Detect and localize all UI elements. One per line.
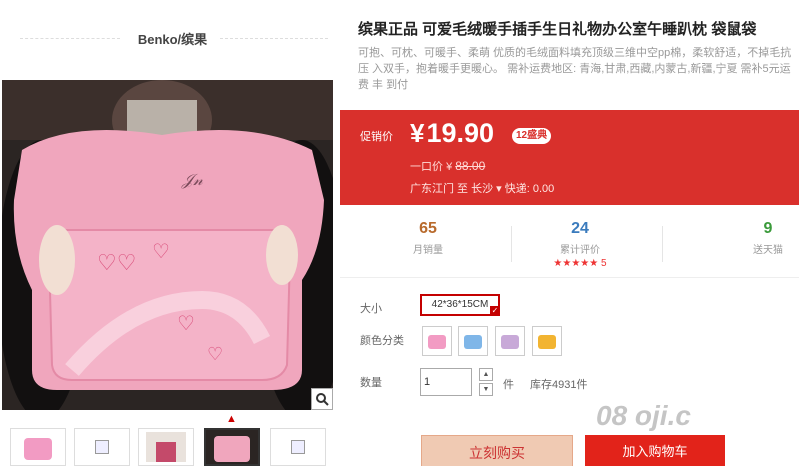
quantity-decrease-button[interactable]: ▼ <box>479 383 493 396</box>
monthly-sales-count: 65 <box>419 220 437 237</box>
price-value: 19.90 <box>426 118 495 148</box>
swatch-image <box>538 335 556 349</box>
size-label: 大小 <box>360 303 382 315</box>
svg-text:𝒥𝓃: 𝒥𝓃 <box>181 170 204 189</box>
thumbnail-image <box>146 432 186 462</box>
thumbnail-image <box>206 430 258 464</box>
swatch-image <box>464 335 482 349</box>
buy-now-button[interactable]: 立刻购买 <box>421 435 573 466</box>
rating-stars: ★★★★★ 5 <box>553 258 607 269</box>
color-label: 颜色分类 <box>360 335 404 347</box>
broken-image-icon <box>95 440 109 454</box>
original-price-label: 一口价 <box>410 161 443 173</box>
divider <box>511 226 512 262</box>
svg-text:♡♡: ♡♡ <box>97 251 136 276</box>
color-swatch-blue[interactable] <box>458 326 488 356</box>
zoom-button[interactable] <box>311 388 333 410</box>
currency-symbol: ¥ <box>410 118 425 148</box>
magnifier-icon <box>316 393 329 406</box>
svg-text:♡: ♡ <box>152 239 170 263</box>
review-label: 累计评价 <box>560 245 600 256</box>
swatch-image <box>428 335 446 349</box>
size-option-selected[interactable]: 42*36*15CM ✓ <box>420 294 500 316</box>
size-option-text: 42*36*15CM <box>431 299 489 310</box>
thumbnail-1[interactable] <box>10 428 66 466</box>
thumbnail-3[interactable] <box>138 428 194 466</box>
thumbnail-scroll-up-icon[interactable]: ▲ <box>226 413 237 425</box>
quantity-increase-button[interactable]: ▲ <box>479 368 493 381</box>
svg-text:♡: ♡ <box>207 344 223 365</box>
divider <box>662 226 663 262</box>
tmall-points-count: 9 <box>763 220 773 237</box>
thumbnail-image <box>24 438 52 460</box>
color-swatch-purple[interactable] <box>495 326 525 356</box>
thumbnail-5[interactable] <box>270 428 326 466</box>
price-panel: 促销价 ¥19.90 12盛典 一口价 ¥ 88.00 广东江门 至 长沙 ▾ … <box>340 110 799 205</box>
original-price: 一口价 ¥ 88.00 <box>410 158 485 174</box>
broken-image-icon <box>291 440 305 454</box>
tmall-points: 9 送天猫 <box>718 220 799 256</box>
color-swatch-pink[interactable] <box>422 326 452 356</box>
product-title: 缤果正品 可爱毛绒暖手插手生日礼物办公室午睡趴枕 袋鼠袋 <box>358 21 757 38</box>
swatch-image <box>501 335 519 349</box>
quantity-unit: 件 <box>503 379 514 391</box>
promo-price: ¥19.90 <box>410 118 494 149</box>
product-info: 缤果正品 可爱毛绒暖手插手生日礼物办公室午睡趴枕 袋鼠袋 可抱、可枕、可暖手、柔… <box>340 0 799 466</box>
quantity-input[interactable]: 1 <box>420 368 472 396</box>
stock-count: 库存4931件 <box>530 379 588 391</box>
check-icon: ✓ <box>490 306 500 316</box>
monthly-sales-label: 月销量 <box>413 245 443 256</box>
shipping-info[interactable]: 广东江门 至 长沙 ▾ 快递: 0.00 <box>410 180 554 196</box>
main-product-image[interactable]: ♡♡ ♡ ♡ ♡ 𝒥𝓃 <box>2 80 333 410</box>
quantity-label: 数量 <box>360 377 382 389</box>
watermark: 08 oji.c <box>596 400 691 431</box>
promo-price-label: 促销价 <box>360 131 393 143</box>
color-swatch-yellow[interactable] <box>532 326 562 356</box>
thumbnail-2[interactable] <box>74 428 130 466</box>
thumbnail-4-selected[interactable] <box>204 428 260 466</box>
review-count: 24 <box>571 220 589 237</box>
sales-stats: 65 月销量 24 累计评价 ★★★★★ 5 9 送天猫 <box>340 210 799 278</box>
tmall-points-label: 送天猫 <box>753 245 783 256</box>
monthly-sales: 65 月销量 <box>378 220 478 256</box>
brand-name[interactable]: Benko/缤果 <box>0 29 345 48</box>
product-gallery: Benko/缤果 ♡♡ ♡ ♡ ♡ 𝒥𝓃 ▲ <box>0 0 345 466</box>
svg-text:♡: ♡ <box>177 311 195 335</box>
original-price-currency: ¥ <box>446 161 453 173</box>
product-description: 可抱、可枕、可暖手、柔萌 优质的毛绒面料填充顶级三维中空pp棉，柔软舒适，不掉毛… <box>358 47 792 91</box>
thumbnail-strip <box>2 428 347 466</box>
product-photo: ♡♡ ♡ ♡ ♡ 𝒥𝓃 <box>2 80 333 410</box>
total-reviews[interactable]: 24 累计评价 ★★★★★ 5 <box>530 220 630 269</box>
promo-badge[interactable]: 12盛典 <box>512 128 552 144</box>
original-price-value: 88.00 <box>455 159 486 173</box>
